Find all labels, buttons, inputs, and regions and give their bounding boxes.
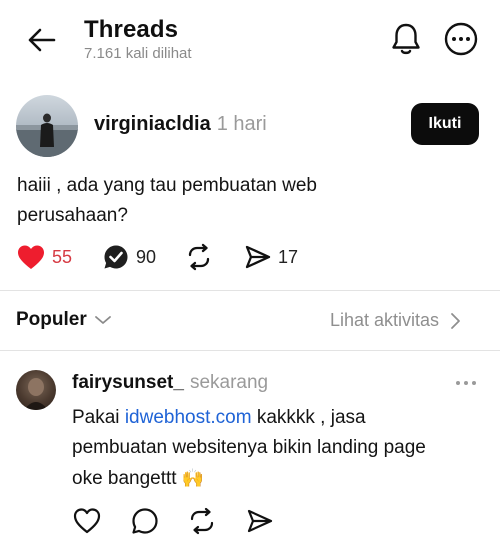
section-divider bbox=[0, 290, 500, 291]
reply-text-line: Pakai idwebhost.com kakkkk , jasa bbox=[72, 403, 492, 433]
reply-like-button[interactable] bbox=[72, 506, 102, 536]
more-options-button[interactable] bbox=[443, 21, 479, 57]
share-button[interactable]: 17 bbox=[244, 243, 298, 271]
reply-link[interactable]: idwebhost.com bbox=[125, 407, 252, 428]
replies-button[interactable]: 90 bbox=[102, 243, 156, 271]
notifications-button[interactable] bbox=[389, 21, 423, 57]
post-text: haiii , ada yang tau pembuatan web perus… bbox=[17, 171, 457, 231]
view-activity-link[interactable]: Lihat aktivitas bbox=[330, 310, 465, 331]
reply-author-line: fairysunset_ sekarang bbox=[72, 372, 268, 394]
more-circle-icon bbox=[444, 22, 478, 56]
repost-icon bbox=[188, 243, 210, 271]
activity-label: Lihat aktivitas bbox=[330, 310, 440, 330]
heart-filled-icon bbox=[18, 245, 44, 269]
reply-time: sekarang bbox=[189, 372, 269, 393]
post-time: 1 hari bbox=[216, 113, 267, 135]
reply-text-suffix: kakkkk , jasa bbox=[251, 407, 366, 428]
repost-button[interactable] bbox=[185, 243, 213, 271]
avatar-photo bbox=[16, 113, 78, 157]
like-count: 55 bbox=[52, 246, 73, 267]
comment-bubble-icon bbox=[132, 508, 158, 534]
reply-count: 90 bbox=[136, 246, 157, 267]
sort-label: Populer bbox=[16, 309, 87, 330]
like-button[interactable]: 55 bbox=[16, 243, 72, 271]
reply-comment-button[interactable] bbox=[130, 506, 160, 536]
view-count: 7.161 kali dilihat bbox=[84, 45, 192, 62]
repost-icon bbox=[190, 507, 214, 535]
reply-more-button[interactable] bbox=[452, 376, 480, 390]
reply-bubble-icon bbox=[104, 245, 128, 269]
reply-repost-button[interactable] bbox=[187, 506, 217, 536]
more-horizontal-icon bbox=[456, 381, 476, 385]
reply-author-avatar[interactable] bbox=[16, 370, 56, 410]
send-icon bbox=[247, 509, 273, 533]
reply-text: Pakai idwebhost.com kakkkk , jasa pembua… bbox=[72, 403, 492, 494]
chevron-down-icon bbox=[94, 316, 111, 324]
reply-text-line: pembuatan websitenya bikin landing page bbox=[72, 437, 426, 458]
author-name[interactable]: virginiacldia bbox=[94, 113, 211, 135]
heart-outline-icon bbox=[73, 508, 101, 534]
send-icon bbox=[245, 245, 271, 269]
reply-text-prefix: Pakai bbox=[72, 407, 125, 428]
author-line: virginiacldia 1 hari bbox=[94, 113, 267, 136]
author-avatar[interactable] bbox=[16, 95, 78, 157]
post-text-line: haiii , ada yang tau pembuatan web bbox=[17, 175, 317, 196]
sort-dropdown[interactable]: Populer bbox=[16, 309, 114, 331]
post-text-line: perusahaan? bbox=[17, 205, 128, 226]
chevron-right-icon bbox=[451, 312, 460, 329]
reply-share-button[interactable] bbox=[245, 506, 275, 536]
avatar-photo bbox=[24, 378, 48, 410]
follow-button[interactable]: Ikuti bbox=[411, 103, 479, 145]
page-title: Threads bbox=[84, 16, 179, 43]
raised-hands-emoji: 🙌 bbox=[181, 468, 205, 488]
reply-text-end: oke bangettt bbox=[72, 468, 177, 489]
share-count: 17 bbox=[278, 246, 299, 267]
back-button[interactable] bbox=[26, 26, 58, 54]
reply-author-name[interactable]: fairysunset_ bbox=[72, 372, 184, 393]
section-divider bbox=[0, 350, 500, 351]
bell-icon bbox=[392, 23, 420, 55]
reply-text-line: oke bangettt 🙌 bbox=[72, 463, 492, 494]
arrow-left-icon bbox=[28, 28, 56, 52]
